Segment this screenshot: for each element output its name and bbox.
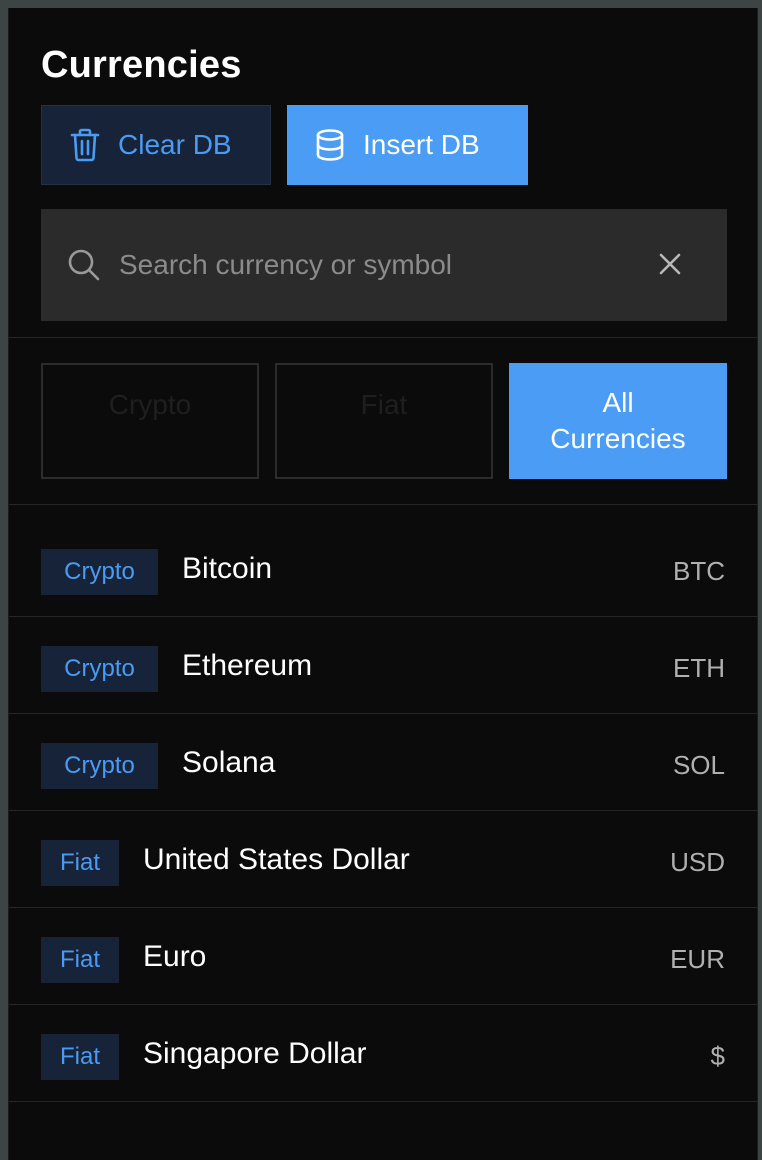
search-icon xyxy=(68,249,100,281)
clear-db-button[interactable]: Clear DB xyxy=(41,105,271,185)
database-icon xyxy=(316,129,344,161)
currency-symbol: $ xyxy=(710,1041,725,1071)
filter-all-label: All Currencies xyxy=(550,387,686,454)
currency-symbol: EUR xyxy=(670,944,725,974)
type-badge: Crypto xyxy=(41,549,158,595)
currency-symbol: ETH xyxy=(673,653,725,683)
filter-crypto-label: Crypto xyxy=(108,389,192,420)
currency-name: Solana xyxy=(182,746,276,779)
list-item[interactable]: Fiat United States Dollar USD xyxy=(9,812,757,908)
currency-symbol: USD xyxy=(670,847,725,877)
currencies-panel: Currencies Clear DB Insert DB Search cur… xyxy=(8,8,758,1160)
type-badge: Crypto xyxy=(41,743,158,789)
currency-name: Euro xyxy=(143,940,207,973)
currency-name: Bitcoin xyxy=(182,552,273,585)
page-title: Currencies xyxy=(41,44,242,86)
list-item[interactable]: Crypto Ethereum ETH xyxy=(9,618,757,714)
search-bar xyxy=(41,209,727,321)
type-badge: Crypto xyxy=(41,646,158,692)
type-badge: Fiat xyxy=(41,840,119,886)
divider xyxy=(9,504,757,505)
type-badge: Fiat xyxy=(41,1034,119,1080)
trash-icon xyxy=(70,128,100,162)
window-frame: Currencies Clear DB Insert DB Search cur… xyxy=(0,0,762,1160)
close-icon[interactable] xyxy=(653,247,687,281)
list-item[interactable]: Crypto Bitcoin BTC xyxy=(9,521,757,617)
currency-name: Singapore Dollar xyxy=(143,1037,367,1070)
list-item[interactable]: Fiat Singapore Dollar $ xyxy=(9,1006,757,1102)
filter-crypto-button[interactable]: Crypto xyxy=(41,363,259,479)
divider xyxy=(9,337,757,338)
insert-db-label: Insert DB xyxy=(363,129,480,160)
search-input[interactable] xyxy=(117,248,631,282)
currency-name: United States Dollar xyxy=(143,843,410,876)
filter-all-button[interactable]: All Currencies xyxy=(509,363,727,479)
currency-symbol: SOL xyxy=(672,750,725,780)
list-item[interactable]: Fiat Euro EUR xyxy=(9,909,757,1005)
currency-name: Ethereum xyxy=(182,649,313,682)
type-badge: Fiat xyxy=(41,937,119,983)
filter-fiat-button[interactable]: Fiat xyxy=(275,363,493,479)
list-item[interactable]: Crypto Solana SOL xyxy=(9,715,757,811)
clear-db-label: Clear DB xyxy=(118,129,232,160)
currency-symbol: BTC xyxy=(673,556,725,586)
insert-db-button[interactable]: Insert DB xyxy=(287,105,528,185)
filter-fiat-label: Fiat xyxy=(360,389,408,420)
